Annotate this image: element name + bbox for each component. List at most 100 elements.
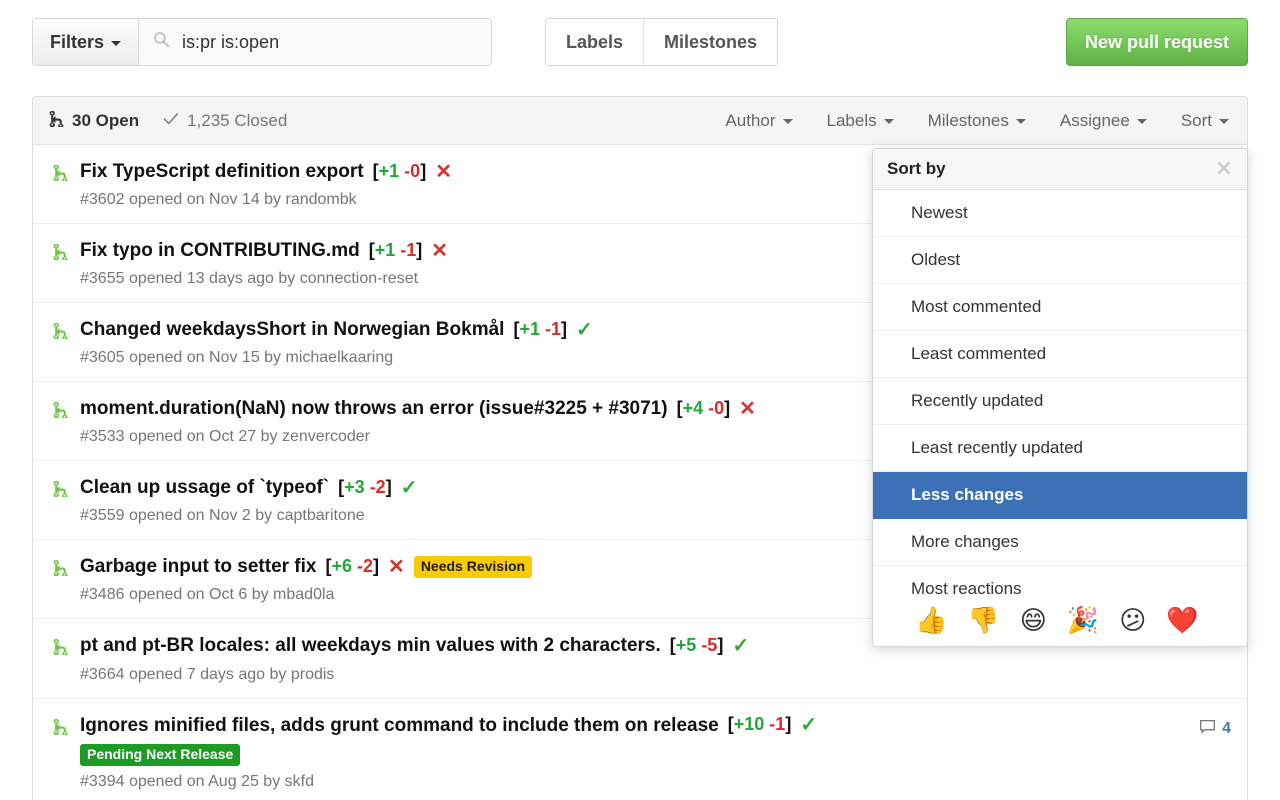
closed-count-filter[interactable]: 1,235 Closed — [163, 111, 287, 131]
sort-option-oldest[interactable]: Oldest — [873, 237, 1247, 284]
sort-option-recently-updated[interactable]: Recently updated — [873, 378, 1247, 425]
new-pull-request-button[interactable]: New pull request — [1065, 18, 1248, 66]
header-filter-group: Author Labels Milestones Assignee Sort — [708, 111, 1231, 131]
labels-button[interactable]: Labels — [546, 19, 643, 65]
sort-option-more-changes[interactable]: More changes — [873, 519, 1247, 566]
deletions-count: -0 — [708, 397, 725, 418]
chevron-down-icon — [883, 119, 894, 124]
pull-request-label[interactable]: Needs Revision — [413, 555, 533, 579]
pull-request-icon — [53, 164, 68, 186]
sort-option-newest[interactable]: Newest — [873, 190, 1247, 237]
pull-request-title-line: Ignores minified files, adds grunt comma… — [80, 713, 1185, 738]
open-count-filter[interactable]: 30 Open — [49, 110, 139, 132]
grinning-face-emoji[interactable]: 😄 — [1020, 608, 1047, 634]
sort-filter-dropdown[interactable]: Sort — [1164, 111, 1231, 131]
deletions-count: -1 — [400, 239, 417, 260]
author-filter-dropdown[interactable]: Author — [708, 111, 809, 131]
pull-request-title-link[interactable]: Fix TypeScript definition export — [80, 159, 364, 184]
sort-filter-label: Sort — [1180, 110, 1212, 130]
sort-option-less-changes[interactable]: Less changes — [873, 472, 1247, 519]
diff-stat: [+1 -1] — [368, 239, 423, 260]
ci-status-success-icon[interactable]: ✓ — [401, 478, 418, 498]
pull-request-title-link[interactable]: Ignores minified files, adds grunt comma… — [80, 713, 719, 738]
list-header: 30 Open 1,235 Closed Author Labels Miles… — [33, 97, 1247, 145]
search-field-wrapper[interactable] — [139, 19, 492, 65]
closed-count-label: 1,235 Closed — [187, 110, 288, 130]
pull-request-title-link[interactable]: Garbage input to setter fix — [80, 554, 316, 579]
diff-stat: [+6 -2] — [325, 556, 380, 577]
close-icon[interactable]: × — [1215, 158, 1233, 180]
chevron-down-icon — [111, 40, 122, 46]
sort-option-least-commented[interactable]: Least commented — [873, 331, 1247, 378]
pull-request-title-link[interactable]: Clean up ussage of `typeof` — [80, 475, 329, 500]
additions-count: +3 — [344, 476, 365, 497]
party-popper-emoji[interactable]: 🎉 — [1067, 608, 1099, 634]
comment-count[interactable]: 4 — [1199, 719, 1231, 740]
sort-option-most-commented[interactable]: Most commented — [873, 284, 1247, 331]
pull-request-label[interactable]: Pending Next Release — [80, 743, 241, 767]
milestones-filter-dropdown[interactable]: Milestones — [911, 111, 1043, 131]
reaction-options-row: 👍 👎 😄 🎉 😕 ❤️ — [911, 608, 1233, 634]
diff-stat: [+1 -0] — [372, 160, 427, 181]
ci-status-failure-icon[interactable]: ✕ — [431, 241, 448, 261]
sort-menu-title: Sort by — [887, 159, 946, 178]
most-reactions-option[interactable]: Most reactions 👍 👎 😄 🎉 😕 ❤️ — [873, 566, 1247, 646]
pull-request-icon — [53, 638, 68, 660]
filters-dropdown-button[interactable]: Filters — [33, 19, 140, 65]
ci-status-success-icon[interactable]: ✓ — [800, 715, 817, 735]
additions-count: +1 — [374, 239, 396, 260]
pull-request-title-link[interactable]: pt and pt-BR locales: all weekdays min v… — [80, 633, 661, 658]
thumbs-up-emoji[interactable]: 👍 — [915, 608, 947, 634]
chevron-down-icon — [782, 119, 793, 124]
chevron-down-icon — [1219, 119, 1229, 124]
pull-request-title-link[interactable]: Changed weekdaysShort in Norwegian Bokmå… — [80, 317, 504, 342]
table-row[interactable]: Ignores minified files, adds grunt comma… — [33, 699, 1247, 800]
assignee-filter-label: Assignee — [1059, 110, 1130, 130]
diff-stat: [+10 -1] — [727, 714, 792, 735]
check-icon — [163, 111, 179, 131]
sort-options-list: Newest Oldest Most commented Least commente… — [873, 190, 1247, 566]
ci-status-failure-icon[interactable]: ✕ — [435, 162, 452, 182]
milestones-filter-label: Milestones — [927, 110, 1009, 130]
diff-stat: [+4 -0] — [676, 397, 731, 418]
additions-count: +1 — [519, 318, 540, 339]
ci-status-failure-icon[interactable]: ✕ — [739, 399, 756, 419]
pull-request-body: Ignores minified files, adds grunt comma… — [80, 713, 1185, 791]
sort-option-least-recently-updated[interactable]: Least recently updated — [873, 425, 1247, 472]
pull-request-title-link[interactable]: Fix typo in CONTRIBUTING.md — [80, 238, 360, 263]
pull-request-title-link[interactable]: moment.duration(NaN) now throws an error… — [80, 396, 668, 421]
ci-status-success-icon[interactable]: ✓ — [576, 320, 593, 340]
deletions-count: -2 — [357, 556, 374, 577]
pull-request-meta: #3394 opened on Aug 25 by skfd — [80, 773, 314, 791]
additions-count: +6 — [331, 556, 353, 577]
most-reactions-label: Most reactions — [911, 579, 1022, 598]
pull-requests-page: Filters Labels Milestones New pull reque… — [0, 0, 1280, 800]
ci-status-success-icon[interactable]: ✓ — [732, 636, 749, 656]
pull-request-icon — [53, 559, 68, 581]
deletions-count: -5 — [701, 635, 718, 656]
milestones-button[interactable]: Milestones — [643, 19, 777, 65]
deletions-count: -2 — [369, 476, 386, 497]
sort-by-dropdown-menu: Sort by × Newest Oldest Most commented Leas… — [872, 148, 1248, 647]
diff-stat: [+5 -5] — [669, 635, 724, 656]
thumbs-down-emoji[interactable]: 👎 — [967, 608, 999, 634]
confused-face-emoji[interactable]: 😕 — [1119, 608, 1146, 634]
chevron-down-icon — [1136, 119, 1147, 124]
pull-request-icon — [53, 243, 68, 265]
open-count-label: 30 Open — [72, 110, 140, 130]
search-toolbar: Filters Labels Milestones New pull reque… — [32, 18, 1248, 68]
assignee-filter-dropdown[interactable]: Assignee — [1043, 111, 1164, 131]
additions-count: +5 — [675, 635, 697, 656]
red-heart-emoji[interactable]: ❤️ — [1166, 608, 1198, 634]
comment-count-value: 4 — [1222, 720, 1231, 738]
labels-filter-dropdown[interactable]: Labels — [810, 111, 911, 131]
pull-request-meta: #3664 opened 7 days ago by prodis — [80, 665, 335, 683]
sort-menu-header: Sort by × — [873, 149, 1247, 190]
additions-count: +10 — [733, 714, 765, 735]
additions-count: +1 — [378, 160, 400, 181]
search-icon — [153, 31, 170, 53]
search-input[interactable] — [180, 30, 478, 54]
filters-label: Filters — [50, 31, 105, 52]
ci-status-failure-icon[interactable]: ✕ — [388, 557, 405, 577]
pull-request-labels-row: Pending Next Release — [80, 743, 1185, 767]
